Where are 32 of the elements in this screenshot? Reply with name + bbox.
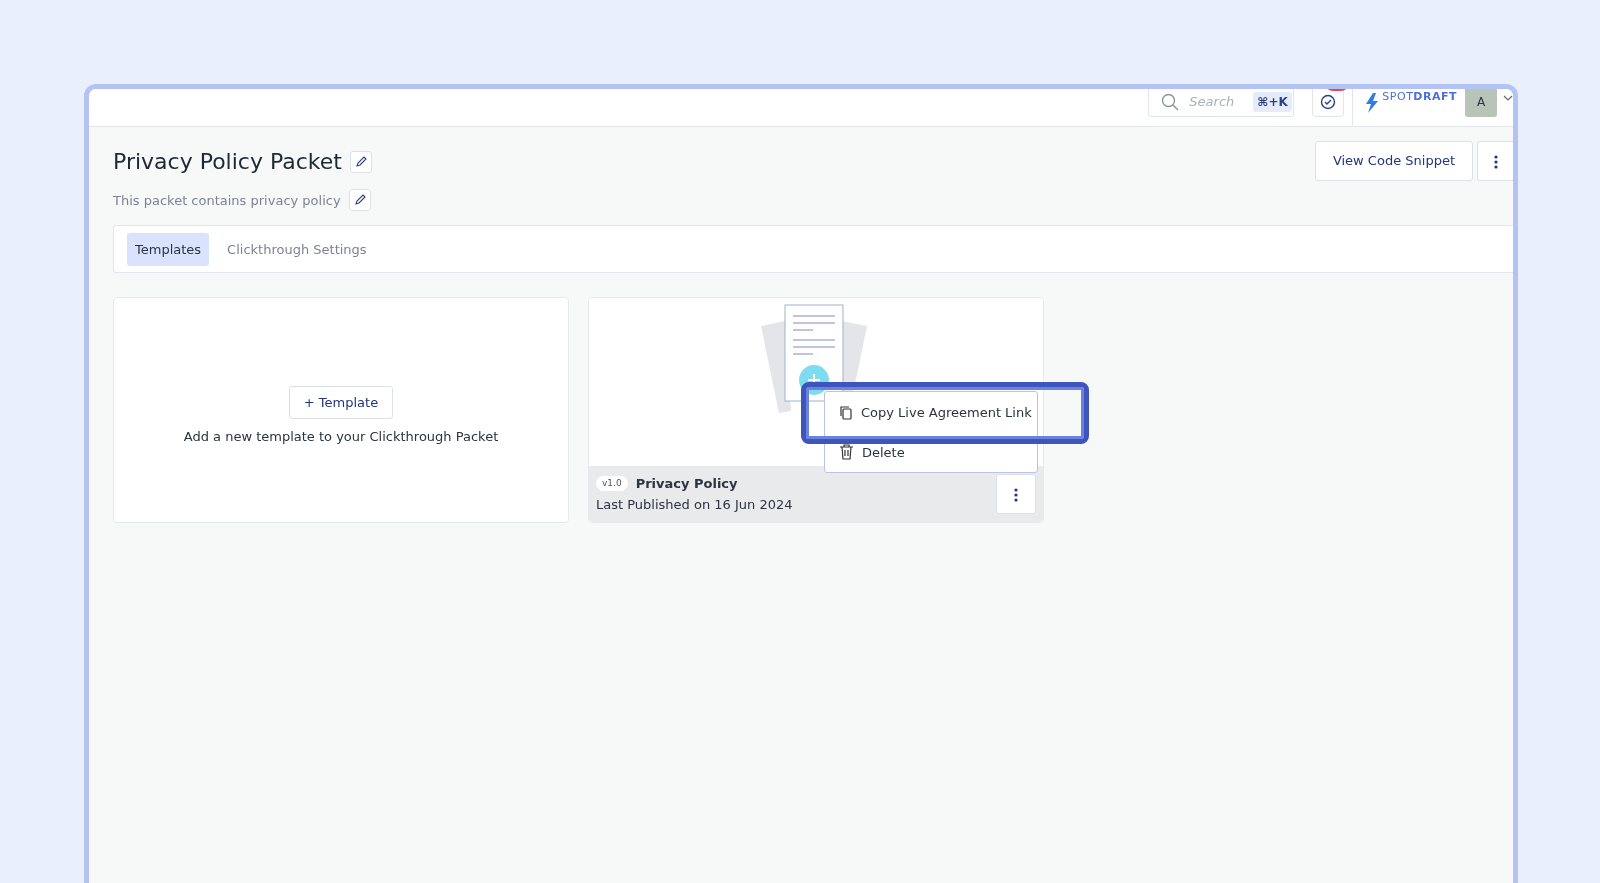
bolt-icon [1365, 93, 1380, 113]
kebab-icon [1014, 488, 1018, 503]
template-name: Privacy Policy [635, 474, 738, 493]
kebab-icon [1493, 154, 1498, 169]
description-text: This packet contains privacy policy [113, 191, 341, 210]
pencil-icon [353, 194, 366, 207]
page-title: Privacy Policy Packet [113, 149, 342, 176]
view-code-button[interactable]: View Code Snippet [1314, 141, 1473, 181]
tasks-button[interactable] [1312, 89, 1345, 117]
tab[interactable]: Clickthrough Settings [219, 232, 375, 267]
menu-item-label: Copy Live Agreement Link [861, 403, 1032, 422]
edit-title-button[interactable] [349, 151, 372, 174]
edit-description-button[interactable] [348, 189, 371, 212]
add-template-text: Add a new template to your Clickthrough Packet [183, 428, 499, 447]
tab[interactable]: Templates [127, 232, 210, 267]
logo-text: SPOTDRAFT [1382, 89, 1457, 105]
menu-item-label: Delete [862, 443, 905, 462]
avatar[interactable]: A [1465, 89, 1497, 117]
search-input[interactable]: Search [1187, 90, 1246, 113]
search-field[interactable]: Search ⌘+K [1148, 89, 1295, 117]
add-template-button[interactable]: + Template [288, 385, 394, 420]
version-tag: v1.0 [596, 475, 628, 492]
copy-icon [839, 404, 853, 420]
check-circle-icon [1320, 93, 1337, 110]
menu-item[interactable]: Copy Live Agreement Link [825, 392, 1037, 433]
published-date: Last Published on 16 Jun 2024 [596, 496, 793, 515]
shortcut-hint: ⌘+K [1253, 91, 1292, 112]
trash-icon [839, 444, 854, 461]
chevron-icon[interactable] [1503, 95, 1513, 103]
pencil-icon [354, 156, 367, 169]
search-icon [1161, 91, 1180, 112]
menu-item[interactable]: Delete [825, 432, 1037, 473]
